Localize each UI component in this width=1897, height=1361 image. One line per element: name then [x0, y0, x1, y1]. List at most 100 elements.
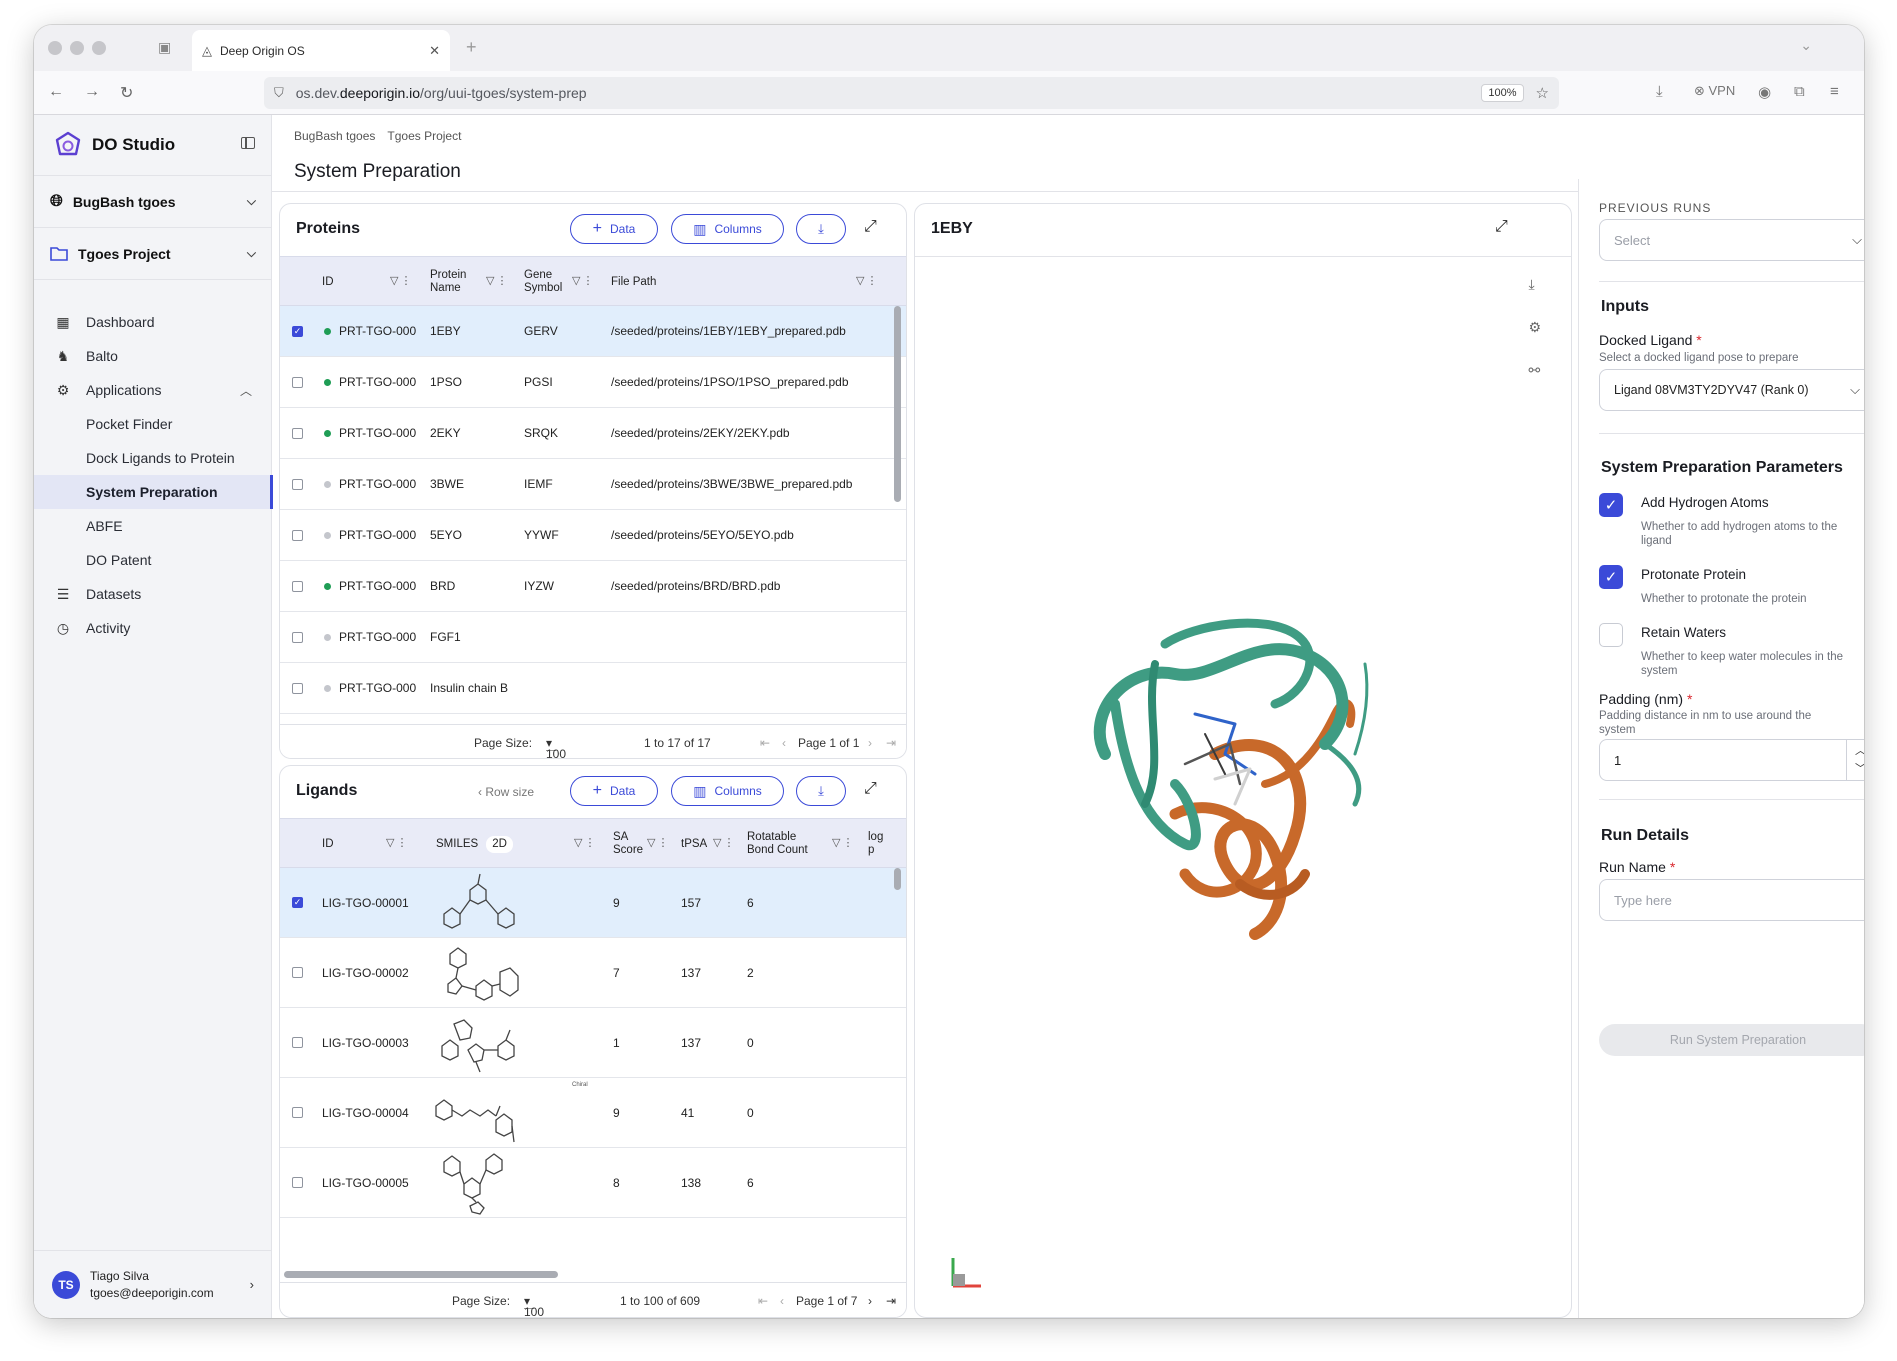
- back-icon[interactable]: ←: [48, 83, 64, 101]
- proteins-scrollbar[interactable]: [894, 306, 901, 502]
- page-size-select[interactable]: 100 ▾: [546, 736, 566, 758]
- filter-menu-icon[interactable]: ▽⋮: [832, 836, 855, 849]
- table-row[interactable]: PRT-TGO-000 1PSO PGSI/seeded/proteins/1PSO…: [280, 357, 906, 408]
- filter-menu-icon[interactable]: ▽⋮: [713, 836, 736, 849]
- row-checkbox[interactable]: [292, 478, 303, 490]
- last-page-icon[interactable]: ⇥: [886, 736, 896, 750]
- user-menu[interactable]: TS Tiago Silva tgoes@deeporigin.com ›: [34, 1250, 272, 1318]
- filter-menu-icon[interactable]: ▽⋮: [647, 836, 670, 849]
- minimize-window-dot[interactable]: [70, 41, 84, 55]
- col-header-gene-symbol[interactable]: Gene Symbol: [524, 257, 572, 307]
- ligands-download-button[interactable]: ⤓: [796, 776, 846, 806]
- new-tab-icon[interactable]: +: [466, 37, 477, 58]
- sidebar-item-datasets[interactable]: ☰ Datasets: [34, 577, 272, 611]
- reload-icon[interactable]: ↻: [120, 83, 133, 103]
- prev-page-icon[interactable]: ‹: [782, 736, 786, 750]
- table-row[interactable]: ✓ LIG-TGO-00001 9 157 6: [280, 868, 906, 938]
- table-row[interactable]: PRT-TGO-000 2EKY SRQK/seeded/proteins/2EKY…: [280, 408, 906, 459]
- downloads-icon[interactable]: ⤓: [1656, 83, 1663, 100]
- vpn-indicator[interactable]: ⊗ VPN: [1694, 83, 1735, 99]
- filter-menu-icon[interactable]: ▽⋮: [386, 836, 409, 849]
- row-checkbox[interactable]: [292, 376, 303, 388]
- zoom-badge[interactable]: 100%: [1481, 84, 1524, 102]
- project-selector[interactable]: Tgoes Project ⌵: [34, 227, 272, 279]
- org-selector[interactable]: 🌐︎ BugBash tgoes ⌵: [34, 175, 272, 227]
- table-row[interactable]: ✓ PRT-TGO-000 1EBY GERV/seeded/proteins/1EB…: [280, 306, 906, 357]
- table-row[interactable]: LIG-TGO-00003 1 137 0: [280, 1008, 906, 1078]
- row-size-control[interactable]: ‹ Row size: [478, 785, 534, 799]
- row-checkbox[interactable]: [292, 427, 303, 439]
- sidebar-item-applications[interactable]: ⚙ Applications ︿: [34, 373, 272, 407]
- extensions-icon[interactable]: ⧉: [1794, 83, 1805, 100]
- bookmark-star-icon[interactable]: ☆: [1536, 84, 1549, 102]
- ligands-data-button[interactable]: + Data: [570, 776, 658, 806]
- row-checkbox[interactable]: [292, 529, 303, 541]
- menu-icon[interactable]: ≡: [1830, 83, 1839, 100]
- molecule-icon[interactable]: ⚯: [1528, 362, 1541, 379]
- prev-page-icon[interactable]: ‹: [780, 1294, 784, 1308]
- next-page-icon[interactable]: ›: [868, 1294, 872, 1308]
- first-page-icon[interactable]: ⇤: [760, 736, 770, 750]
- brand[interactable]: DO Studio: [54, 131, 175, 159]
- col-header-protein-name[interactable]: Protein Name: [430, 257, 478, 307]
- table-row[interactable]: LIG-TGO-00002 7 137 2: [280, 938, 906, 1008]
- col-header-id[interactable]: ID: [322, 819, 334, 869]
- filter-menu-icon[interactable]: ▽⋮: [856, 274, 879, 287]
- sidebar-item-abfe[interactable]: ABFE: [34, 509, 272, 543]
- docked-ligand-select[interactable]: Ligand 08VM3TY2DYV47 (Rank 0) ⌵: [1599, 369, 1864, 411]
- row-checkbox[interactable]: [292, 682, 303, 694]
- last-page-icon[interactable]: ⇥: [886, 1294, 896, 1308]
- table-row[interactable]: PRT-TGO-000 Insulin chain B: [280, 663, 906, 714]
- col-header-sa-score[interactable]: SA Score: [613, 819, 649, 869]
- retain-waters-checkbox[interactable]: [1599, 623, 1623, 647]
- row-checkbox[interactable]: ✓: [292, 325, 303, 337]
- row-checkbox[interactable]: ✓: [292, 897, 303, 908]
- sidebar-item-pocket-finder[interactable]: Pocket Finder: [34, 407, 272, 441]
- next-page-icon[interactable]: ›: [868, 736, 872, 750]
- collapse-sidebar-icon[interactable]: [241, 137, 255, 149]
- address-bar[interactable]: ⛉ os.dev.deeporigin.io/org/uui-tgoes/sys…: [264, 77, 1559, 109]
- row-checkbox[interactable]: [292, 631, 303, 643]
- col-header-file-path[interactable]: File Path: [611, 257, 656, 307]
- expand-icon[interactable]: ⤢: [864, 218, 877, 236]
- ligands-columns-button[interactable]: ▥ Columns: [671, 776, 784, 806]
- table-row[interactable]: PRT-TGO-000 FGF1: [280, 612, 906, 663]
- col-header-rotatable-bonds[interactable]: Rotatable Bond Count: [747, 819, 823, 869]
- add-hydrogen-checkbox[interactable]: ✓: [1599, 493, 1623, 517]
- download-icon[interactable]: ⤓: [1528, 276, 1541, 293]
- site-info-icon[interactable]: ⛉: [274, 85, 284, 101]
- filter-menu-icon[interactable]: ▽⋮: [574, 836, 597, 849]
- tab-list-chevron-icon[interactable]: ⌄: [1800, 37, 1812, 54]
- tab-overview-icon[interactable]: ▣: [158, 39, 171, 56]
- expand-icon[interactable]: ⤢: [1495, 218, 1508, 236]
- table-row[interactable]: PRT-TGO-000 5EYO YYWF/seeded/proteins/5EYO…: [280, 510, 906, 561]
- settings-icon[interactable]: ⚙: [1528, 319, 1541, 336]
- forward-icon[interactable]: →: [84, 83, 100, 101]
- table-row[interactable]: PRT-TGO-000 3BWE IEMF/seeded/proteins/3BWE…: [280, 459, 906, 510]
- sidebar-item-balto[interactable]: ♞ Balto: [34, 339, 272, 373]
- close-tab-icon[interactable]: ✕: [429, 43, 440, 59]
- row-checkbox[interactable]: [292, 1107, 303, 1118]
- url-text[interactable]: os.dev.deeporigin.io/org/uui-tgoes/syste…: [296, 85, 1482, 101]
- table-row[interactable]: LIG-TGO-00005 8 138 6: [280, 1148, 906, 1218]
- first-page-icon[interactable]: ⇤: [758, 1294, 768, 1308]
- col-header-smiles[interactable]: SMILES 2D: [436, 819, 513, 869]
- row-checkbox[interactable]: [292, 1177, 303, 1188]
- filter-menu-icon[interactable]: ▽⋮: [572, 274, 595, 287]
- protonate-protein-checkbox[interactable]: ✓: [1599, 565, 1623, 589]
- proteins-data-button[interactable]: + Data: [570, 214, 658, 244]
- previous-runs-select[interactable]: Select ⌵: [1599, 219, 1864, 261]
- number-stepper[interactable]: ︿﹀: [1846, 740, 1864, 780]
- col-header-logp[interactable]: log p: [868, 819, 890, 869]
- ligands-hscrollbar[interactable]: [284, 1271, 558, 1278]
- close-window-dot[interactable]: [48, 41, 62, 55]
- proteins-columns-button[interactable]: ▥ Columns: [671, 214, 784, 244]
- row-checkbox[interactable]: [292, 967, 303, 978]
- row-checkbox[interactable]: [292, 580, 303, 592]
- col-header-id[interactable]: ID: [322, 257, 334, 307]
- row-checkbox[interactable]: [292, 1037, 303, 1048]
- breadcrumb-project[interactable]: Tgoes Project: [387, 129, 461, 143]
- browser-tab[interactable]: ◬ Deep Origin OS ✕: [192, 30, 450, 71]
- expand-icon[interactable]: ⤢: [864, 780, 877, 798]
- padding-input[interactable]: 1 ︿﹀: [1599, 739, 1864, 781]
